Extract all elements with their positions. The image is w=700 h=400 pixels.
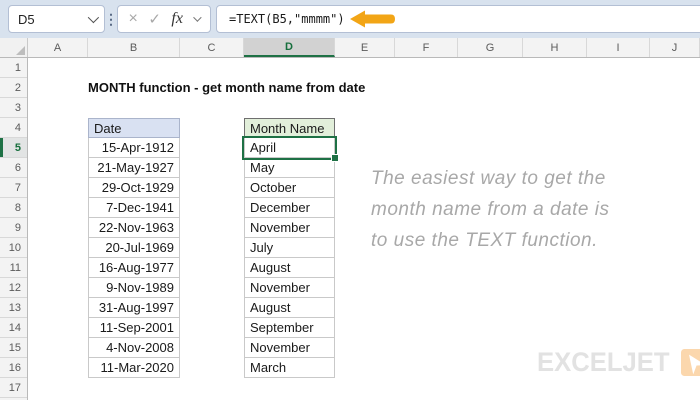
formula-text: =TEXT(B5,"mmmm") [229, 12, 345, 26]
month-cell[interactable]: November [244, 278, 335, 298]
row-header-8[interactable]: 8 [0, 198, 27, 218]
row-header-strip: 1 2 3 4 5 6 7 8 9 10 11 12 13 14 15 16 17 [0, 58, 28, 400]
chevron-down-icon[interactable] [193, 13, 203, 22]
month-cell[interactable]: November [244, 218, 335, 238]
column-header-j[interactable]: J [650, 38, 700, 57]
column-header-c[interactable]: C [180, 38, 244, 57]
column-header-f[interactable]: F [395, 38, 458, 57]
row-header-13[interactable]: 13 [0, 298, 27, 318]
formula-input[interactable]: =TEXT(B5,"mmmm") [216, 5, 700, 33]
column-header-a[interactable]: A [28, 38, 88, 57]
sheet-canvas: MONTH function - get month name from dat… [28, 58, 700, 400]
date-cell[interactable]: 22-Nov-1963 [88, 218, 180, 238]
spreadsheet-app: D5 ⋮ × ✓ fx =TEXT(B5,"mmmm") ABCDEFGHIJ … [0, 0, 700, 400]
row-header-6[interactable]: 6 [0, 158, 27, 178]
row-header-11[interactable]: 11 [0, 258, 27, 278]
row-header-5[interactable]: 5 [0, 138, 27, 158]
name-box[interactable]: D5 [8, 5, 105, 33]
logo-text: EXCELJET [537, 347, 670, 377]
sheet-title: MONTH function - get month name from dat… [88, 80, 366, 95]
note-line: to use the TEXT function. [371, 230, 598, 251]
month-cell[interactable]: May [244, 158, 335, 178]
column-header-strip: ABCDEFGHIJ [0, 38, 700, 58]
row-header-16[interactable]: 16 [0, 358, 27, 378]
month-cell[interactable]: July [244, 238, 335, 258]
row-header-10[interactable]: 10 [0, 238, 27, 258]
row-header-9[interactable]: 9 [0, 218, 27, 238]
fill-handle[interactable] [331, 154, 339, 162]
month-cell[interactable]: August [244, 298, 335, 318]
date-cell[interactable]: 11-Mar-2020 [88, 358, 180, 378]
month-cell[interactable]: December [244, 198, 335, 218]
insert-function-icon[interactable]: fx [171, 10, 183, 28]
note-line: The easiest way to get the [371, 168, 606, 189]
date-cell[interactable]: 15-Apr-1912 [88, 138, 180, 158]
select-all-corner[interactable] [0, 38, 28, 57]
month-cell[interactable]: September [244, 318, 335, 338]
row-header-14[interactable]: 14 [0, 318, 27, 338]
chevron-down-icon[interactable] [87, 11, 100, 24]
dots-separator-icon: ⋮ [104, 10, 118, 27]
date-cell[interactable]: 31-Aug-1997 [88, 298, 180, 318]
date-column-header-cell[interactable]: Date [88, 118, 180, 138]
column-header-g[interactable]: G [458, 38, 523, 57]
formula-bar: D5 ⋮ × ✓ fx =TEXT(B5,"mmmm") [0, 0, 700, 38]
formula-buttons: × ✓ fx [117, 5, 211, 33]
row-header-15[interactable]: 15 [0, 338, 27, 358]
month-column-header-cell[interactable]: Month Name [244, 118, 335, 138]
row-header-3[interactable]: 3 [0, 98, 27, 118]
row-header-1[interactable]: 1 [0, 58, 27, 78]
name-box-value: D5 [18, 11, 35, 27]
month-cell[interactable]: November [244, 338, 335, 358]
annotation-arrow-icon [350, 10, 395, 28]
row-header-12[interactable]: 12 [0, 278, 27, 298]
column-header-i[interactable]: I [587, 38, 650, 57]
month-cell[interactable]: October [244, 178, 335, 198]
date-cell[interactable]: 9-Nov-1989 [88, 278, 180, 298]
row-header-4[interactable]: 4 [0, 118, 27, 138]
date-cell[interactable]: 7-Dec-1941 [88, 198, 180, 218]
row-header-2[interactable]: 2 [0, 78, 27, 98]
exceljet-logo: EXCELJET [537, 347, 700, 378]
column-header-b[interactable]: B [88, 38, 180, 57]
cancel-icon[interactable]: × [129, 11, 138, 27]
date-cell[interactable]: 21-May-1927 [88, 158, 180, 178]
date-cell[interactable]: 20-Jul-1969 [88, 238, 180, 258]
date-cell[interactable]: 16-Aug-1977 [88, 258, 180, 278]
row-header-7[interactable]: 7 [0, 178, 27, 198]
corner-triangle-icon [16, 46, 25, 55]
annotation-note: The easiest way to get the month name fro… [371, 163, 610, 256]
column-header-d[interactable]: D [244, 38, 335, 57]
row-header-17[interactable]: 17 [0, 378, 27, 398]
column-header-e[interactable]: E [335, 38, 395, 57]
date-cell[interactable]: 29-Oct-1929 [88, 178, 180, 198]
date-cell[interactable]: 11-Sep-2001 [88, 318, 180, 338]
month-cell[interactable]: August [244, 258, 335, 278]
column-header-h[interactable]: H [523, 38, 587, 57]
confirm-icon[interactable]: ✓ [148, 12, 161, 27]
note-line: month name from a date is [371, 199, 610, 220]
paper-plane-icon [680, 349, 700, 376]
month-cell[interactable]: March [244, 358, 335, 378]
selected-cell-outline [242, 136, 339, 162]
date-cell[interactable]: 4-Nov-2008 [88, 338, 180, 358]
